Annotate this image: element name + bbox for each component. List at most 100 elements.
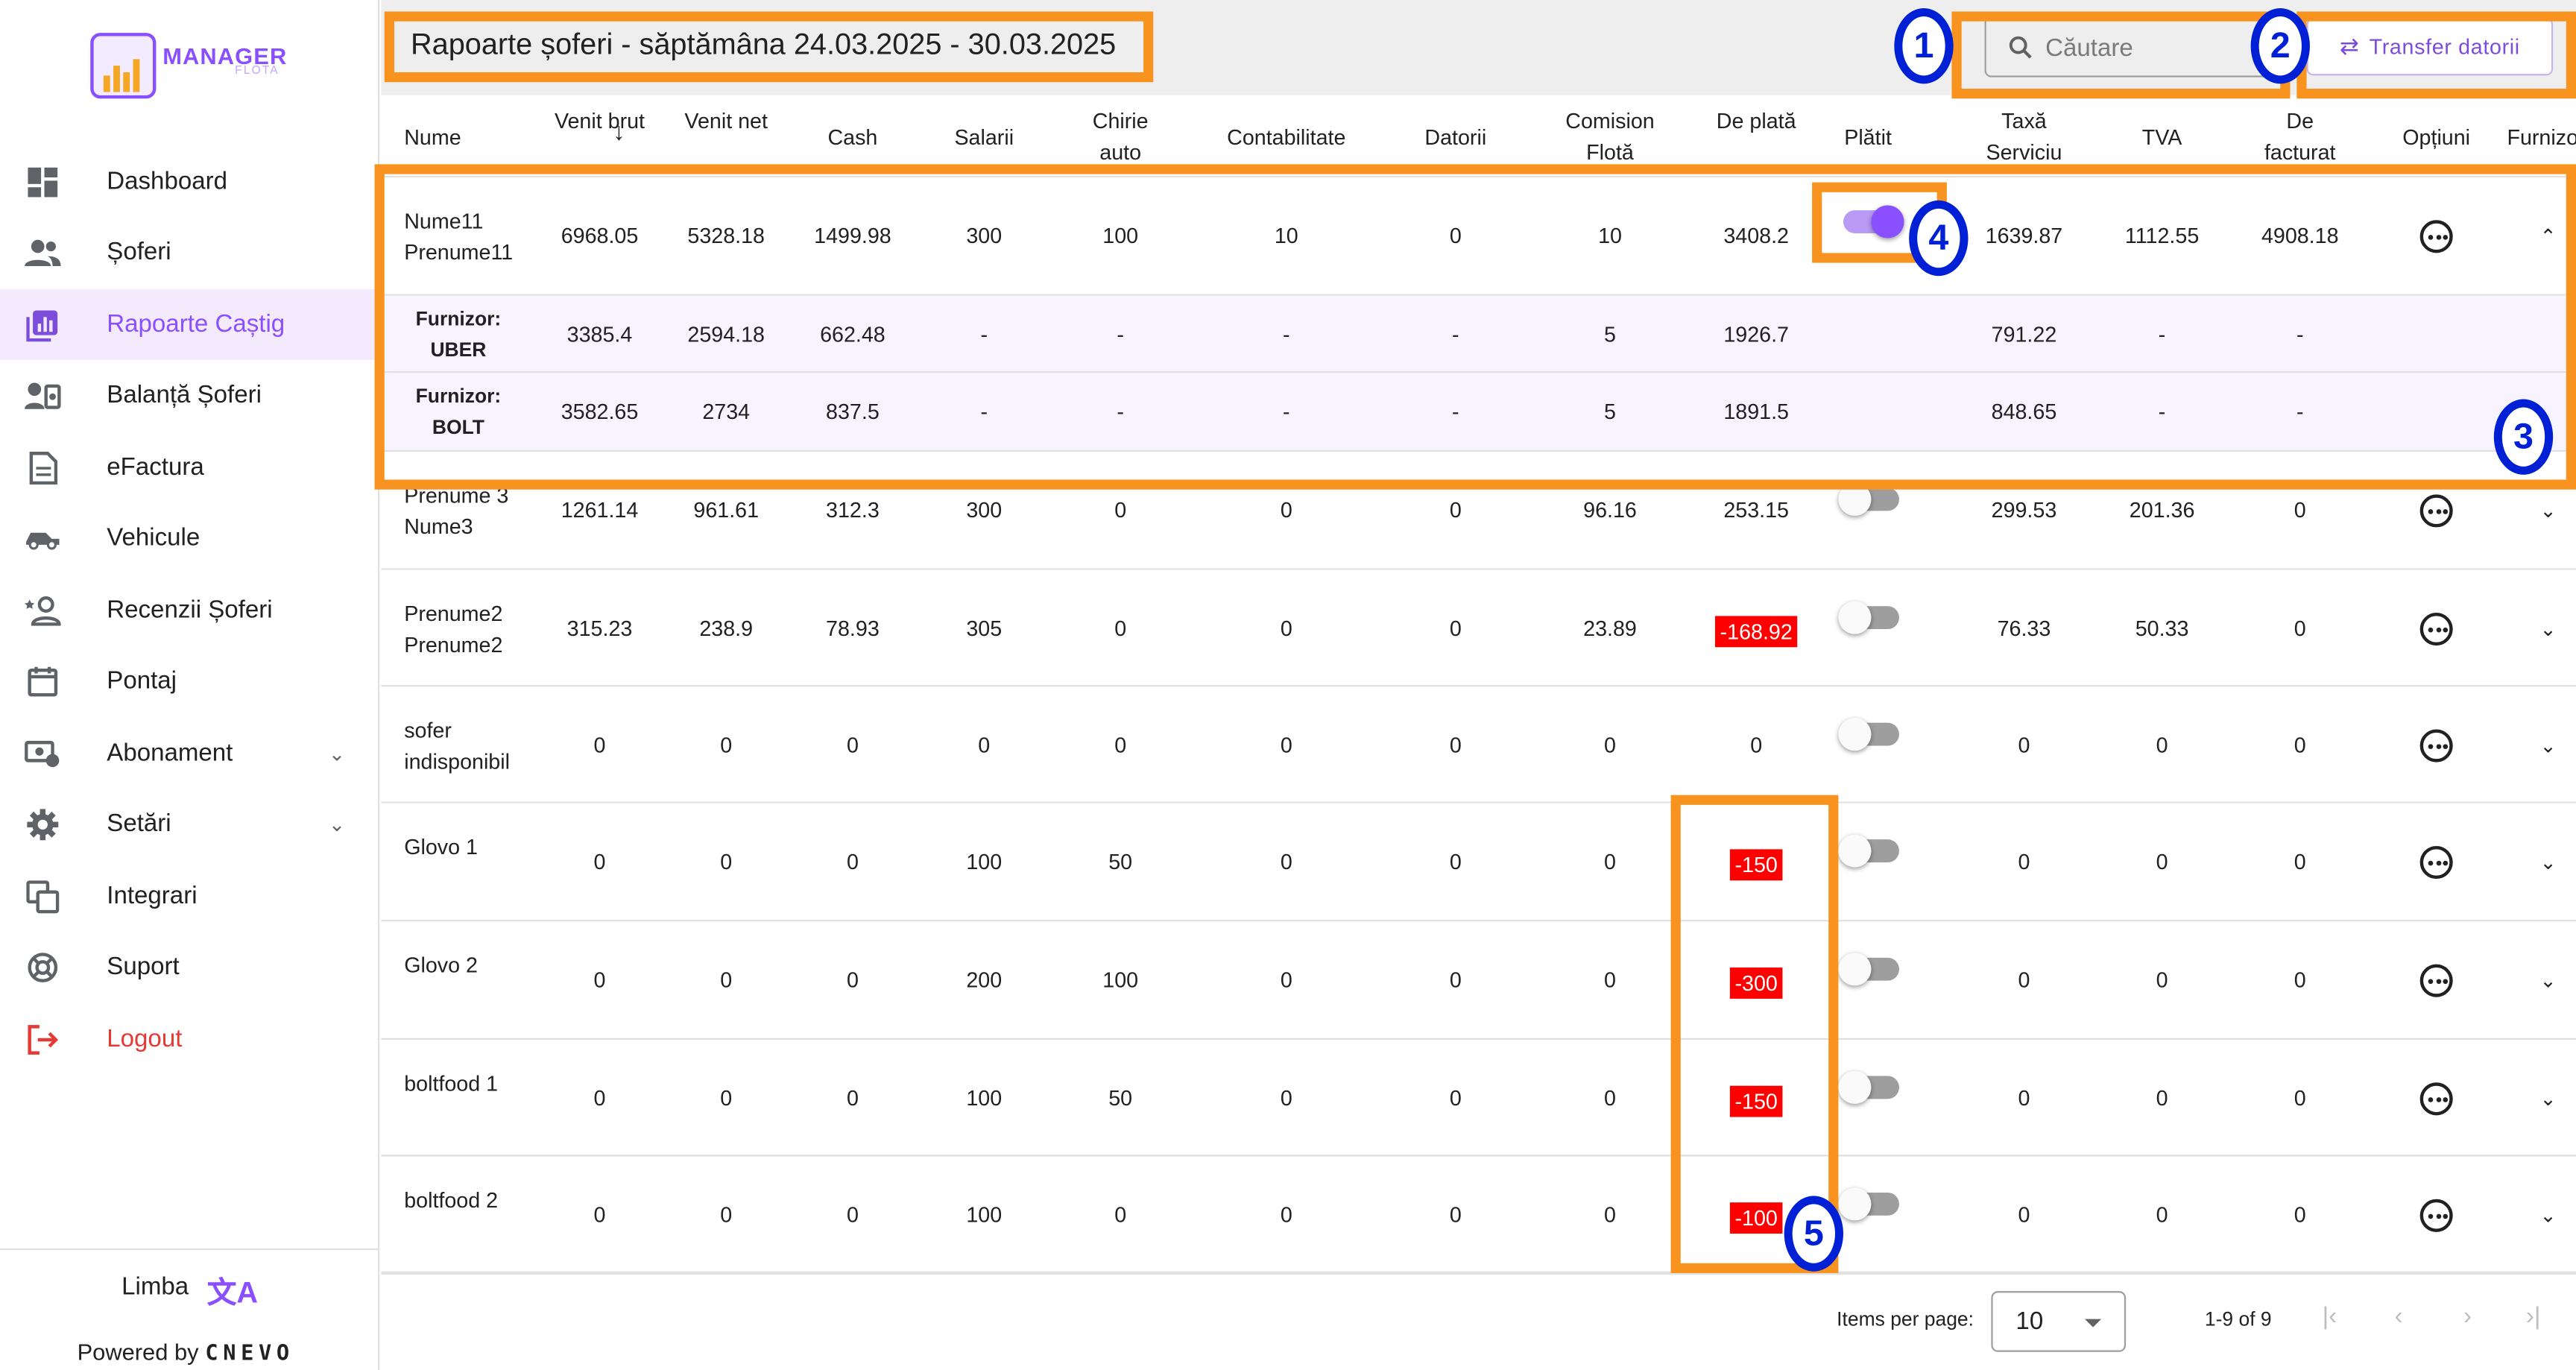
more-options-icon[interactable] [2419, 964, 2453, 997]
cell-salarii: - [980, 399, 988, 424]
cell-datorii: 0 [1449, 731, 1462, 757]
paid-toggle[interactable] [1838, 834, 1899, 868]
driver-name: boltfood 1 [404, 1070, 499, 1095]
chevron-down-icon[interactable]: ⌄ [2540, 1087, 2560, 1110]
transfer-debts-button[interactable]: ⇄ Transfer datorii [2306, 18, 2554, 76]
paid-toggle[interactable] [1838, 1070, 1899, 1104]
items-per-page-select[interactable]: 10 [1991, 1291, 2127, 1352]
table-row[interactable]: Nume11 Prenume11 6968.05 5328.18 1499.98 300… [381, 177, 2576, 296]
column-header-de-facturat[interactable]: De facturat [2251, 105, 2349, 168]
chevron-down-icon[interactable]: ⌄ [2540, 969, 2560, 992]
cell-chirie: 50 [1108, 1085, 1133, 1110]
cell-venit-net: 961.61 [693, 497, 760, 523]
chevron-down-icon[interactable]: ⌄ [2540, 1203, 2560, 1226]
column-header-nume[interactable]: Nume [404, 121, 461, 153]
chevron-down-icon[interactable]: ⌄ [2540, 617, 2560, 640]
cell-venit-net: 5328.18 [687, 223, 765, 248]
column-header-optiuni[interactable]: Opțiuni [2396, 121, 2477, 153]
column-header-de-plata[interactable]: De plată [1707, 105, 1805, 136]
sidebar-item-vehicule[interactable]: Vehicule [0, 502, 379, 573]
column-header-datorii[interactable]: Datorii [1415, 121, 1496, 153]
table-row[interactable]: Prenume 3 Nume3 1261.14 961.61 312.3 300 0 0 0 9… [381, 452, 2576, 570]
sidebar-item-dashboard[interactable]: Dashboard [0, 146, 379, 217]
cell-de-plata: 1926.7 [1723, 321, 1790, 346]
first-page-icon[interactable]: |‹ [2317, 1304, 2343, 1330]
cell-comision: 10 [1598, 223, 1622, 248]
last-page-icon[interactable]: ›| [2520, 1304, 2546, 1330]
more-options-icon[interactable] [2419, 1198, 2453, 1231]
column-header-salarii[interactable]: Salarii [944, 121, 1024, 153]
cell-comision: 23.89 [1583, 615, 1637, 640]
more-options-icon[interactable] [2419, 611, 2453, 645]
search-field[interactable] [1984, 16, 2289, 78]
cell-venit-brut: 0 [593, 967, 606, 993]
cell-salarii: 0 [978, 731, 991, 757]
more-options-icon[interactable] [2419, 845, 2453, 880]
paid-toggle[interactable] [1838, 601, 1899, 634]
toggle-knob [1838, 482, 1872, 516]
column-header-contabilitate[interactable]: Contabilitate [1212, 121, 1362, 153]
sidebar-item-suport[interactable]: Suport [0, 932, 379, 1003]
annotation-badge-5: 5 [1784, 1196, 1843, 1272]
sidebar-item-label: Șoferi [107, 238, 171, 267]
table-row[interactable]: Glovo 2 0 0 0 200 100 0 0 0 -300 0 0 0 ⌄ [381, 921, 2576, 1041]
chevron-down-icon[interactable]: ⌄ [2540, 851, 2560, 874]
paid-toggle[interactable] [1838, 482, 1899, 516]
more-options-icon[interactable] [2419, 728, 2453, 762]
translate-icon[interactable]: 文A [207, 1270, 258, 1313]
page-range: 1-9 of 9 [2204, 1307, 2272, 1331]
column-header-cash[interactable]: Cash [820, 121, 886, 153]
column-header-venit-brut[interactable]: Venit brut [550, 105, 648, 136]
paid-toggle[interactable] [1843, 205, 1904, 239]
chevron-down-icon[interactable]: ⌄ [2540, 733, 2560, 757]
column-header-tva[interactable]: TVA [2130, 121, 2195, 153]
paid-toggle[interactable] [1838, 953, 1899, 986]
prev-page-icon[interactable]: ‹ [2385, 1304, 2411, 1330]
more-options-icon[interactable] [2419, 1082, 2453, 1115]
column-header-furnizor[interactable]: Furnizo [2507, 121, 2576, 153]
next-page-icon[interactable]: › [2455, 1304, 2481, 1330]
chevron-down-icon[interactable]: ⌄ [2540, 499, 2560, 523]
table-row[interactable]: Prenume2 Prenume2 315.23 238.9 78.93 305 0 0 0 2… [381, 569, 2576, 687]
sidebar-item-integrari[interactable]: Integrari [0, 861, 379, 932]
column-header-taxa[interactable]: Taxă Serviciu [1974, 105, 2073, 168]
sidebar-item-rapoarte-castig[interactable]: Rapoarte Caștig [0, 288, 380, 360]
cell-de-plata: 0 [1750, 731, 1763, 757]
cell-venit-brut: 6968.05 [561, 223, 639, 248]
language-label[interactable]: Limba [121, 1273, 189, 1301]
supplier-name: Furnizor: UBER [415, 306, 502, 361]
sidebar-item-balanta-soferi[interactable]: Balanță Șoferi [0, 360, 379, 431]
cell-tva: 50.33 [2135, 615, 2189, 640]
table-row[interactable]: sofer indisponibil 0 0 0 0 0 0 0 0 0 0 0 0 ⌄ [381, 686, 2576, 804]
sidebar-item-soferi[interactable]: Șoferi [0, 217, 379, 288]
sidebar-item-abonament[interactable]: Abonament ⌄ [0, 718, 379, 789]
chevron-down-icon[interactable]: ⌄ [329, 812, 345, 836]
table-row[interactable]: boltfood 2 0 0 0 100 0 0 0 0 -100 0 0 0 ⌄ [381, 1156, 2576, 1273]
sidebar-item-label: eFactura [107, 453, 204, 482]
cell-salarii: 200 [966, 967, 1003, 993]
sidebar-item-recenzii-soferi[interactable]: Recenzii Șoferi [0, 575, 379, 645]
more-options-icon[interactable] [2419, 220, 2453, 253]
table-row[interactable]: boltfood 1 0 0 0 100 50 0 0 0 -150 0 0 0 ⌄ [381, 1040, 2576, 1157]
transfer-icon: ⇄ [2339, 33, 2360, 60]
column-header-chirie[interactable]: Chirie auto [1071, 105, 1169, 168]
search-input[interactable] [2045, 31, 2276, 64]
sidebar-item-logout[interactable]: Logout [0, 1004, 379, 1075]
sidebar-item-pontaj[interactable]: Pontaj [0, 645, 379, 716]
cell-venit-brut: 1261.14 [561, 497, 639, 523]
column-header-venit-net[interactable]: Venit net [677, 105, 775, 136]
cell-contabilitate: - [1283, 399, 1290, 424]
transfer-debts-label: Transfer datorii [2369, 34, 2520, 60]
logo[interactable]: MANAGER FLOTA [90, 33, 304, 102]
sidebar-item-efactura[interactable]: eFactura [0, 432, 379, 503]
more-options-icon[interactable] [2419, 494, 2453, 528]
sidebar-item-setari[interactable]: Setări ⌄ [0, 789, 379, 859]
chevron-down-icon[interactable]: ⌄ [329, 742, 345, 765]
paid-toggle[interactable] [1838, 718, 1899, 751]
paid-toggle[interactable] [1838, 1187, 1899, 1221]
chevron-up-icon[interactable]: ⌃ [2540, 225, 2560, 248]
column-header-comision[interactable]: Comision Flotă [1561, 105, 1659, 168]
column-header-platit[interactable]: Plătit [1834, 121, 1903, 153]
sort-desc-icon[interactable]: ↓ [613, 119, 625, 146]
table-row[interactable]: Glovo 1 0 0 0 100 50 0 0 0 -150 0 0 0 ⌄ [381, 803, 2576, 922]
